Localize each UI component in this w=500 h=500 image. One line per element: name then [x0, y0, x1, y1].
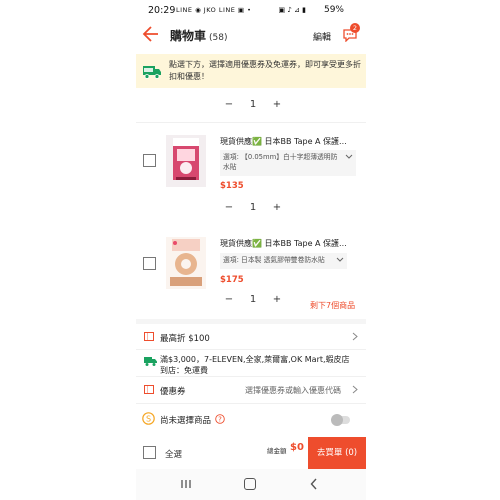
product-price: $175	[220, 275, 244, 285]
cart-count: (58)	[209, 33, 228, 43]
edit-button[interactable]: 編輯	[313, 30, 331, 43]
svg-text:?: ?	[218, 416, 222, 424]
coins-toggle[interactable]	[331, 414, 350, 426]
chat-badge: 2	[350, 23, 360, 33]
phone-screen: 20:29 LINE ◉ JKO LINE ▣ • ▣ ♪ ⊿ ▮ 59% 購物…	[136, 0, 366, 500]
quantity-stepper: − 1 +	[222, 294, 286, 310]
right-margin	[366, 0, 500, 500]
recent-apps-icon[interactable]	[180, 478, 192, 490]
coupon-icon	[144, 332, 154, 341]
divider	[136, 376, 366, 377]
decrease-button[interactable]: −	[222, 202, 236, 213]
variant-label: 選項: 日本製 透氣膠帶雙卷防水貼	[223, 256, 325, 264]
variant-label: 選項: 【0.05mm】白十字超薄透明防水貼	[223, 153, 338, 171]
status-time: 20:29	[148, 5, 176, 16]
product-name[interactable]: 現貨供應✅ 日本BB Tape A 保護...	[220, 238, 355, 249]
status-bar: 20:29 LINE ◉ JKO LINE ▣ • ▣ ♪ ⊿ ▮ 59%	[136, 0, 366, 22]
left-margin	[0, 0, 136, 500]
divider	[136, 403, 366, 404]
stock-remaining: 剩下7個商品	[310, 301, 356, 310]
total-label: 總金額	[267, 447, 287, 455]
coin-icon: S	[142, 412, 155, 425]
page-title-text: 購物車	[170, 29, 207, 43]
quantity-value[interactable]: 1	[246, 202, 260, 213]
promo-banner[interactable]: 點選下方，選擇適用優惠券及免運券，即可享受更多折扣和優惠！	[136, 54, 366, 88]
decrease-button[interactable]: −	[222, 99, 236, 110]
page-header: 購物車 (58) 編輯 2	[136, 22, 366, 50]
coupon-icon	[144, 385, 154, 394]
product-checkbox[interactable]	[143, 154, 156, 167]
product-price: $135	[220, 181, 244, 191]
shipping-text: 滿$3,000，7-ELEVEN,全家,萊爾富,OK Mart,蝦皮店到店：免運…	[160, 355, 350, 375]
promo-text: 點選下方，選擇適用優惠券及免運券，即可享受更多折扣和優惠！	[169, 60, 361, 81]
page-title: 購物車 (58)	[170, 27, 228, 44]
back-arrow-icon[interactable]	[142, 24, 160, 44]
quantity-stepper: − 1 +	[222, 202, 286, 218]
product-thumbnail[interactable]	[166, 135, 206, 187]
total-amount: $0	[290, 442, 304, 453]
decrease-button[interactable]: −	[222, 294, 236, 305]
divider	[136, 122, 366, 123]
battery-level: 59%	[323, 5, 344, 15]
checkout-button[interactable]: 去買單 (0)	[308, 437, 366, 469]
voucher-row[interactable]: 優惠券 選擇優惠券或輸入優惠代碼	[136, 380, 366, 400]
svg-text:S: S	[146, 414, 151, 423]
quantity-value[interactable]: 1	[246, 99, 260, 110]
system-icons: ▣ ♪ ⊿ ▮	[278, 6, 306, 14]
voucher-hint: 選擇優惠券或輸入優惠代碼	[245, 386, 341, 395]
android-nav-bar	[136, 469, 366, 500]
increase-button[interactable]: +	[270, 294, 284, 305]
discount-row[interactable]: 最高折 $100	[136, 326, 366, 348]
increase-button[interactable]: +	[270, 202, 284, 213]
coins-row: S 尚未選擇商品 ?	[136, 409, 366, 431]
voucher-label: 優惠券	[160, 387, 186, 397]
chevron-down-icon	[345, 154, 353, 159]
coins-label: 尚未選擇商品	[160, 416, 212, 426]
free-shipping-icon	[144, 357, 157, 366]
product-checkbox[interactable]	[143, 257, 156, 270]
section-divider	[136, 319, 366, 324]
free-shipping-icon	[143, 66, 161, 79]
select-all-checkbox[interactable]	[143, 446, 156, 459]
discount-text: 最高折 $100	[160, 334, 210, 344]
quantity-stepper-top: − 1 +	[222, 99, 286, 115]
toggle-knob	[331, 414, 343, 426]
variant-selector[interactable]: 選項: 【0.05mm】白十字超薄透明防水貼	[220, 150, 356, 176]
product-name[interactable]: 現貨供應✅ 日本BB Tape A 保護...	[220, 136, 355, 147]
back-nav-icon[interactable]	[310, 478, 318, 490]
shipping-row[interactable]: 滿$3,000，7-ELEVEN,全家,萊爾富,OK Mart,蝦皮店到店：免運…	[136, 353, 366, 375]
checkout-bar: 全選 總金額 $0 去買單 (0)	[136, 437, 366, 469]
divider	[136, 349, 366, 350]
quantity-value[interactable]: 1	[246, 294, 260, 305]
variant-selector[interactable]: 選項: 日本製 透氣膠帶雙卷防水貼	[220, 253, 347, 269]
increase-button[interactable]: +	[270, 99, 284, 110]
chevron-right-icon	[352, 332, 358, 341]
product-thumbnail[interactable]	[166, 237, 206, 289]
chevron-right-icon	[352, 385, 358, 394]
select-all-label[interactable]: 全選	[165, 448, 182, 460]
home-icon[interactable]	[244, 478, 256, 490]
chevron-down-icon	[336, 257, 344, 262]
help-icon[interactable]: ?	[215, 414, 225, 424]
notification-icons: LINE ◉ JKO LINE ▣ •	[176, 6, 252, 14]
